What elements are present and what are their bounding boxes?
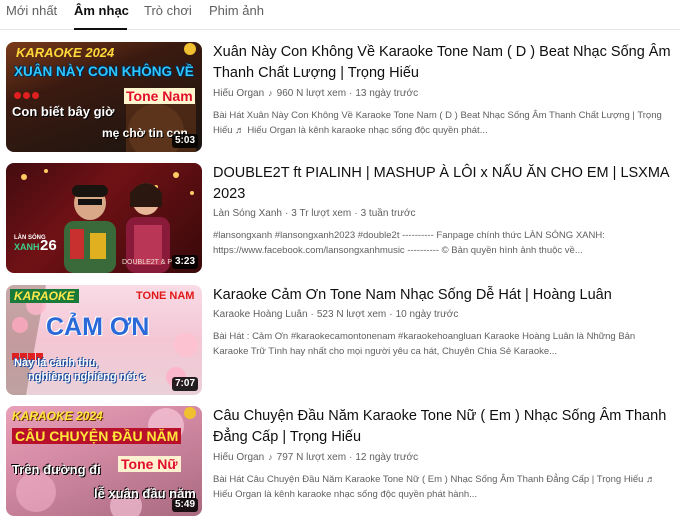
thumb-tone: Tone Nam: [124, 88, 195, 104]
thumb-headline: CẢM ƠN: [46, 313, 150, 341]
video-description: Bài Hát Câu Chuyện Đầu Năm Karaoke Tone …: [213, 474, 656, 500]
upload-age: 12 ngày trước: [355, 452, 419, 463]
thumb-tone: TONE NAM: [136, 290, 195, 302]
video-thumbnail[interactable]: KARAOKE 2024 CÂU CHUYỆN ĐẦU NĂM Trên đườ…: [6, 406, 202, 516]
thumb-badge: KARAOKE 2024: [16, 45, 115, 60]
thumb-lyric-1: Này lá cành thu,: [14, 357, 99, 369]
thumb-headline: XUÂN NÀY CON KHÔNG VỀ: [14, 64, 194, 79]
thumb-headline: CÂU CHUYỆN ĐẦU NĂM: [12, 428, 182, 444]
tab-phim-anh[interactable]: Phim ảnh: [209, 3, 264, 19]
thumb-badge: KARAOKE 2024: [12, 409, 103, 423]
karaoke-dots: [14, 86, 39, 104]
tab-am-nhac[interactable]: Âm nhạc: [74, 3, 129, 19]
music-note-icon: ♪: [268, 88, 273, 98]
upload-age: 3 tuần trước: [360, 208, 416, 219]
thumb-badge: KARAOKE: [10, 289, 79, 303]
video-item[interactable]: KARAOKE 2024 CÂU CHUYỆN ĐẦU NĂM Trên đườ…: [6, 406, 680, 518]
video-info: DOUBLE2T ft PIALINH | MASHUP À LÔI x NẤU…: [213, 163, 673, 258]
video-thumbnail[interactable]: KARAOKE TONE NAM CẢM ƠN Này lá cành thu,…: [6, 285, 202, 395]
thumb-lyric-1: Con biết bây giờ: [12, 104, 115, 119]
upload-age: 10 ngày trước: [395, 309, 459, 320]
video-title[interactable]: Karaoke Cảm Ơn Tone Nam Nhạc Sống Dễ Hát…: [213, 285, 673, 306]
video-description: Bài Hát Xuân Này Con Không Về Karaoke To…: [213, 110, 662, 136]
filter-tabs: Mới nhất Âm nhạc Trò chơi Phim ảnh: [0, 0, 680, 30]
channel-name[interactable]: Hiếu Organ: [213, 452, 264, 463]
video-title[interactable]: Xuân Này Con Không Về Karaoke Tone Nam (…: [213, 42, 673, 84]
video-meta: Karaoke Hoàng Luân · 523 N lượt xem · 10 ngà…: [213, 309, 459, 320]
logo-number: 26: [40, 237, 57, 254]
video-meta: Hiếu Organ ♪ 960 N lượt xem · 13 ngày trước: [213, 88, 419, 99]
logo-mid: XANH: [14, 242, 40, 252]
video-description: Bài Hát : Cảm Ơn #karaokecamontonenam #k…: [213, 331, 636, 357]
tab-tro-choi[interactable]: Trò chơi: [144, 3, 192, 19]
view-count: 3 Tr lượt xem: [291, 208, 352, 219]
tab-moi-nhat[interactable]: Mới nhất: [6, 3, 57, 19]
video-meta: Hiếu Organ ♪ 797 N lượt xem · 12 ngày trước: [213, 452, 419, 463]
music-note-icon: ♪: [268, 452, 273, 462]
video-item[interactable]: KARAOKE TONE NAM CẢM ƠN Này lá cành thu,…: [6, 285, 680, 397]
thumb-tone: Tone Nữ: [118, 456, 181, 472]
duration-badge: 5:03: [171, 134, 198, 148]
duration-badge: 7:07: [171, 377, 198, 391]
upload-age: 13 ngày trước: [355, 88, 419, 99]
active-tab-indicator: [74, 28, 127, 30]
video-info: Câu Chuyện Đầu Năm Karaoke Tone Nữ ( Em …: [213, 406, 673, 502]
video-item[interactable]: LÀN SÓNG XANH 26 DOUBLE2T & P 3:23 DOUBL…: [6, 163, 680, 275]
video-title[interactable]: DOUBLE2T ft PIALINH | MASHUP À LÔI x NẤU…: [213, 163, 673, 205]
view-count: 960 N lượt xem: [276, 88, 347, 99]
channel-name[interactable]: Làn Sóng Xanh: [213, 208, 282, 219]
thumb-lyric-1: Trên đường đi: [12, 462, 101, 477]
video-title[interactable]: Câu Chuyện Đầu Năm Karaoke Tone Nữ ( Em …: [213, 406, 673, 448]
video-meta: Làn Sóng Xanh · 3 Tr lượt xem · 3 tuần trước: [213, 208, 416, 219]
channel-name[interactable]: Hiếu Organ: [213, 88, 264, 99]
duration-badge: 5:49: [171, 498, 198, 512]
video-description: #lansongxanh #lansongxanh2023 #double2t …: [213, 230, 605, 256]
view-count: 523 N lượt xem: [316, 309, 387, 320]
video-info: Karaoke Cảm Ơn Tone Nam Nhạc Sống Dễ Hát…: [213, 285, 673, 359]
channel-name[interactable]: Karaoke Hoàng Luân: [213, 309, 308, 320]
thumb-caption: DOUBLE2T & P: [122, 259, 173, 266]
video-thumbnail[interactable]: LÀN SÓNG XANH 26 DOUBLE2T & P 3:23: [6, 163, 202, 273]
duration-badge: 3:23: [171, 255, 198, 269]
video-item[interactable]: KARAOKE 2024 XUÂN NÀY CON KHÔNG VỀ Tone …: [6, 42, 680, 154]
video-thumbnail[interactable]: KARAOKE 2024 XUÂN NÀY CON KHÔNG VỀ Tone …: [6, 42, 202, 152]
thumb-lyric-2: nghiêng nghiêng nét c: [28, 371, 146, 383]
video-info: Xuân Này Con Không Về Karaoke Tone Nam (…: [213, 42, 673, 138]
view-count: 797 N lượt xem: [276, 452, 347, 463]
